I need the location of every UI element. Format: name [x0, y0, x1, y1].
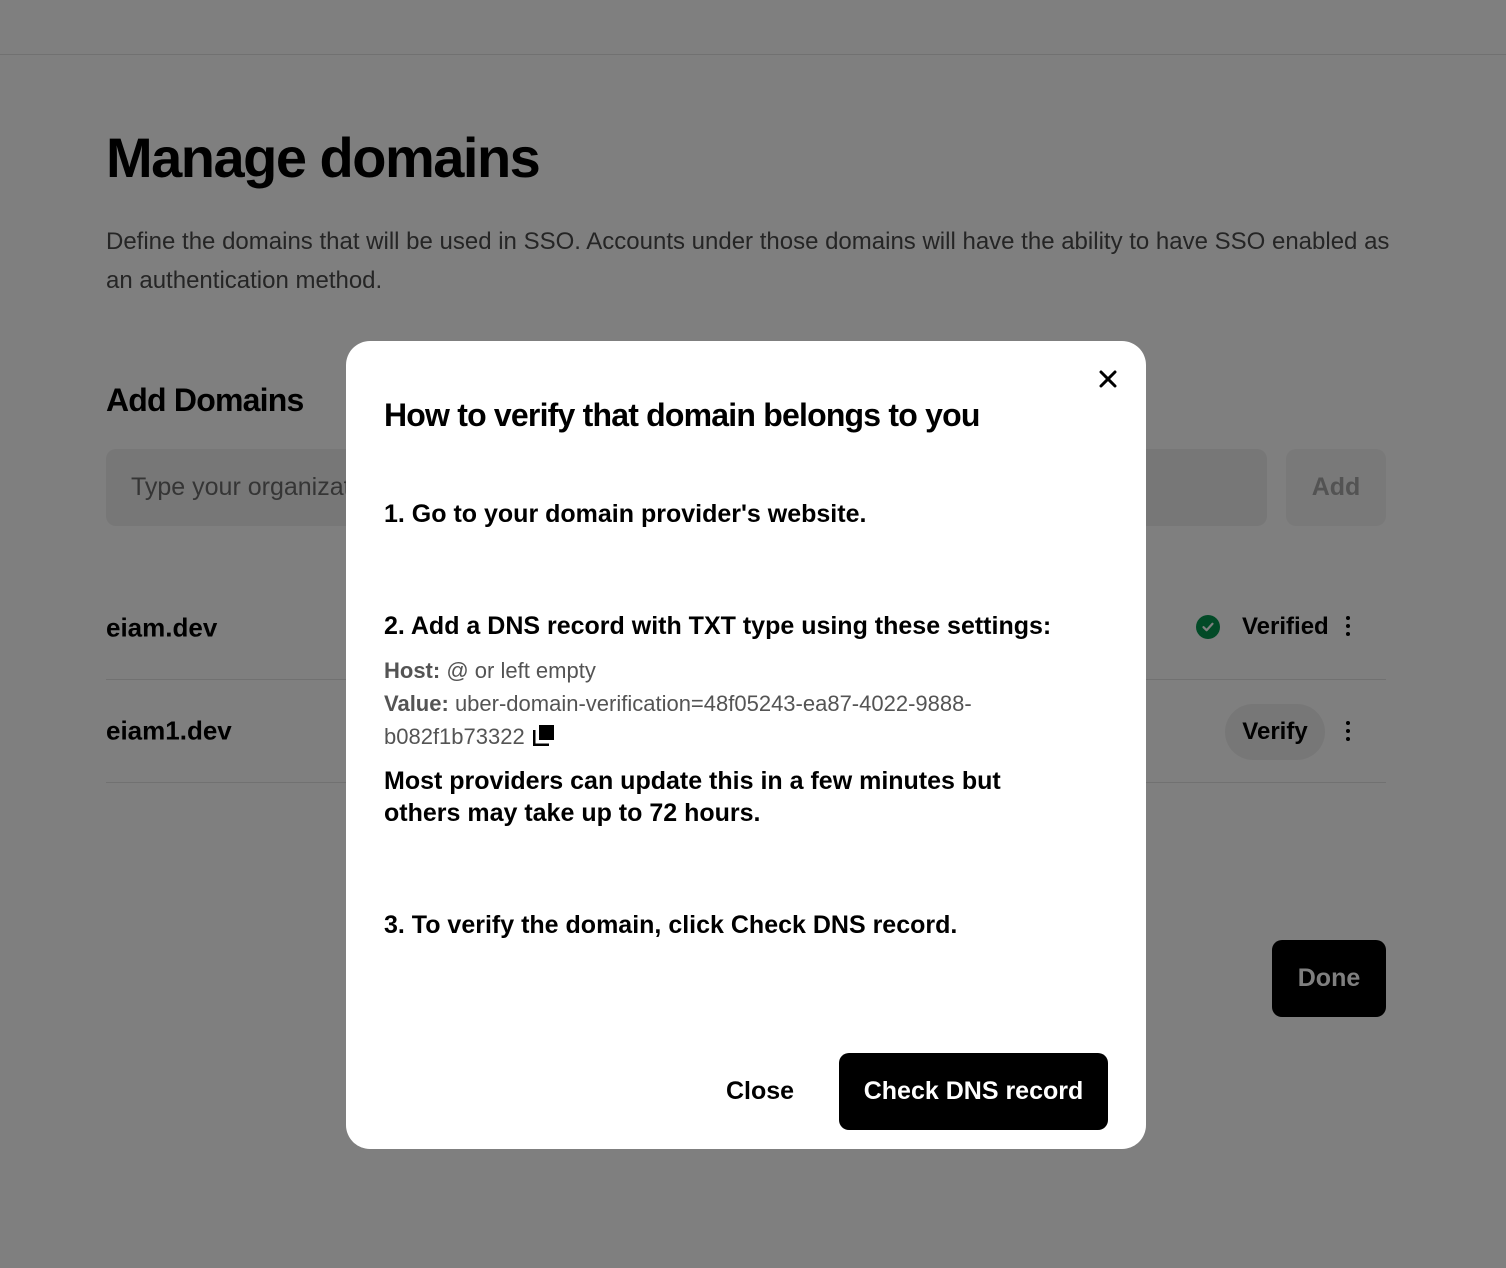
close-button[interactable]: Close	[708, 1053, 812, 1130]
txt-record-value: uber-domain-verification=48f05243-ea87-4…	[384, 691, 972, 749]
step-2-text: 2. Add a DNS record with TXT type using …	[384, 612, 1052, 640]
check-dns-record-button[interactable]: Check DNS record	[839, 1053, 1108, 1130]
close-icon[interactable]	[1096, 367, 1120, 391]
host-label: Host:	[384, 658, 441, 683]
propagation-note: Most providers can update this in a few …	[384, 767, 1001, 827]
step-3-text: 3. To verify the domain, click Check DNS…	[384, 911, 958, 939]
host-value: @ or left empty	[446, 658, 596, 683]
verify-domain-dialog: How to verify that domain belongs to you…	[346, 341, 1146, 1149]
value-label: Value:	[384, 691, 449, 716]
step-1-text: 1. Go to your domain provider's website.	[384, 500, 867, 528]
manage-domains-page: Manage domains Define the domains that w…	[0, 0, 1506, 1268]
value-setting: Value: uber-domain-verification=48f05243…	[384, 687, 1044, 755]
dialog-title: How to verify that domain belongs to you	[384, 397, 980, 433]
host-setting: Host: @ or left empty	[384, 654, 596, 687]
copy-icon[interactable]	[532, 722, 555, 755]
